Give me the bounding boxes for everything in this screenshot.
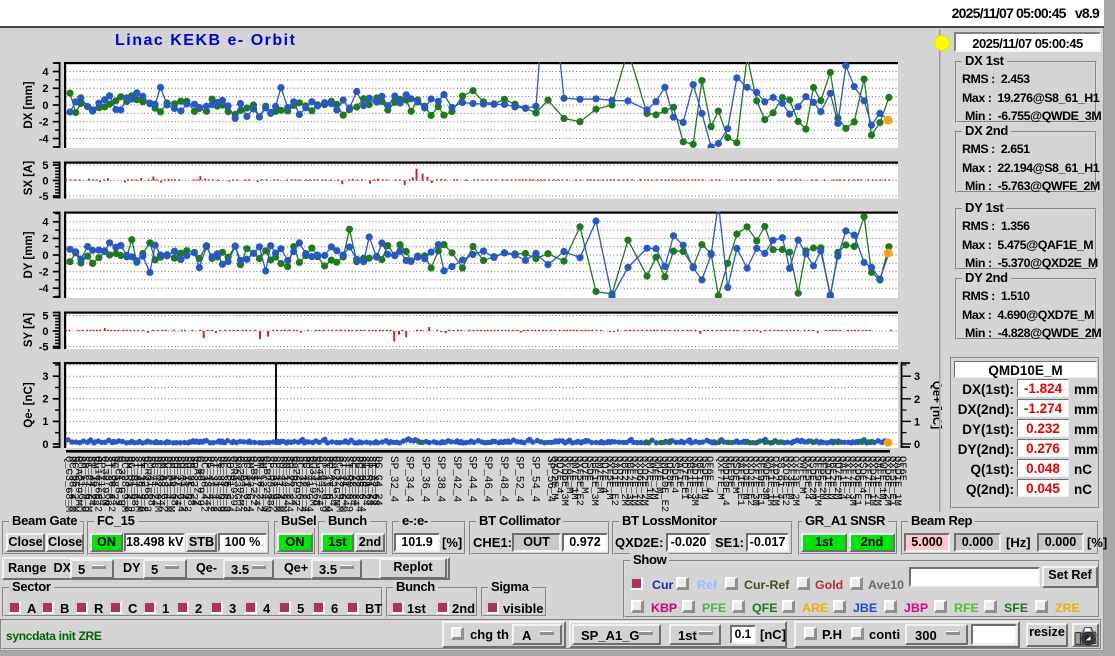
svg-text:0: 0 — [42, 326, 48, 338]
svg-text:SP_34_4: SP_34_4 — [403, 456, 415, 503]
svg-text:0: 0 — [42, 100, 48, 112]
svg-text:Qe- [nC]: Qe- [nC] — [23, 382, 35, 428]
svg-text:DX [mm]: DX [mm] — [23, 81, 35, 128]
svg-text:0: 0 — [42, 439, 48, 451]
svg-text:4: 4 — [42, 66, 49, 78]
svg-text:DC_C4_24: DC_C4_24 — [372, 456, 384, 506]
svg-text:SP_44_4: SP_44_4 — [466, 456, 478, 503]
svg-text:SY [A]: SY [A] — [23, 313, 35, 347]
svg-text:2: 2 — [914, 394, 920, 406]
svg-text:SP_36_4: SP_36_4 — [418, 456, 430, 503]
svg-text:-4: -4 — [39, 283, 50, 295]
svg-text:-2: -2 — [39, 266, 49, 278]
svg-text:SP_32_4: SP_32_4 — [387, 456, 399, 503]
svg-text:-4: -4 — [39, 133, 50, 145]
svg-text:5: 5 — [42, 310, 48, 322]
svg-text:DY [mm]: DY [mm] — [23, 231, 35, 278]
svg-text:SP_48_4: SP_48_4 — [497, 456, 509, 503]
svg-text:-2: -2 — [39, 117, 49, 129]
svg-text:SP_54_4: SP_54_4 — [528, 456, 540, 503]
svg-text:-5: -5 — [39, 341, 49, 353]
svg-text:2: 2 — [42, 233, 48, 245]
svg-text:1: 1 — [914, 416, 920, 428]
svg-text:QF6E_4: QF6E_4 — [703, 456, 715, 493]
svg-text:3: 3 — [42, 371, 48, 383]
svg-text:-5: -5 — [39, 191, 49, 203]
svg-text:SX [A]: SX [A] — [23, 161, 35, 196]
svg-text:0: 0 — [42, 175, 48, 187]
svg-text:5: 5 — [42, 160, 48, 172]
svg-text:SP_42_4: SP_42_4 — [450, 456, 462, 503]
svg-text:0: 0 — [42, 250, 48, 262]
svg-text:0: 0 — [914, 439, 920, 451]
svg-text:QF6E: QF6E — [896, 456, 908, 481]
svg-text:SP_52_4: SP_52_4 — [513, 456, 525, 503]
svg-text:4: 4 — [42, 217, 49, 229]
svg-text:SP_38_4: SP_38_4 — [434, 456, 446, 503]
svg-text:SP_46_4: SP_46_4 — [481, 456, 493, 503]
svg-text:2: 2 — [42, 394, 48, 406]
svg-text:3: 3 — [914, 371, 920, 383]
svg-text:2: 2 — [42, 83, 48, 95]
svg-text:1: 1 — [42, 416, 48, 428]
